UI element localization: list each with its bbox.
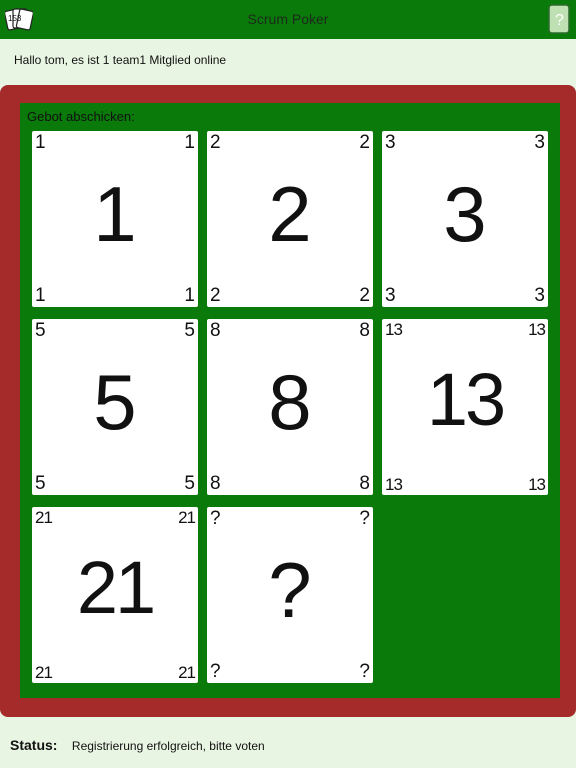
card-corner: 5 — [184, 320, 195, 341]
card-corner: 3 — [534, 285, 545, 306]
card-corner: 8 — [359, 473, 370, 494]
card-corner: 2 — [210, 285, 221, 306]
card-corner: 1 — [184, 285, 195, 306]
online-greeting: Hallo tom, es ist 1 team1 Mitglied onlin… — [14, 53, 227, 67]
card-corner: 21 — [35, 663, 53, 682]
card-corner: ? — [359, 508, 370, 529]
card-corner: 13 — [528, 475, 546, 494]
card-corner: 5 — [184, 473, 195, 494]
card-corner: 5 — [35, 473, 46, 494]
card-5[interactable]: 5 5 5 5 5 — [32, 319, 198, 495]
card-8[interactable]: 8 8 8 8 8 — [207, 319, 373, 495]
card-corner: 3 — [385, 132, 396, 153]
card-corner: 21 — [178, 663, 196, 682]
status-label: Status: — [10, 737, 58, 753]
card-1[interactable]: 1 1 1 1 1 — [32, 131, 198, 307]
card-corner: 21 — [35, 508, 53, 527]
bid-label: Gebot abschicken: — [27, 109, 135, 124]
card-corner: 8 — [359, 320, 370, 341]
svg-text:?: ? — [555, 12, 564, 29]
card-value: ? — [268, 546, 312, 634]
card-3[interactable]: 3 3 3 3 3 — [382, 131, 548, 307]
card-value: 2 — [268, 170, 312, 258]
app-title: Scrum Poker — [247, 11, 329, 27]
card-corner: 2 — [210, 132, 221, 153]
card-corner: 1 — [35, 285, 46, 306]
card-value: 5 — [93, 358, 137, 446]
card-21[interactable]: 21 21 21 21 21 — [32, 507, 198, 683]
card-value: 8 — [268, 358, 312, 446]
card-corner: 2 — [359, 285, 370, 306]
title-bar: 153 Scrum Poker ? — [0, 0, 576, 39]
card-corner: ? — [210, 661, 221, 682]
card-corner: 1 — [184, 132, 195, 153]
card-corner: 8 — [210, 320, 221, 341]
card-corner: ? — [210, 508, 221, 529]
card-corner: 8 — [210, 473, 221, 494]
card-corner: 5 — [35, 320, 46, 341]
card-help-icon[interactable]: ? — [548, 4, 570, 34]
card-corner: 3 — [534, 132, 545, 153]
card-13[interactable]: 13 13 13 13 13 — [382, 319, 548, 495]
card-corner: 21 — [178, 508, 196, 527]
card-2[interactable]: 2 2 2 2 2 — [207, 131, 373, 307]
card-question[interactable]: ? ? ? ? ? — [207, 507, 373, 683]
status-text: Registrierung erfolgreich, bitte voten — [71, 739, 265, 753]
card-corner: 13 — [528, 320, 546, 339]
card-value: 13 — [426, 358, 506, 441]
card-corner: 2 — [359, 132, 370, 153]
card-corner: 3 — [385, 285, 396, 306]
status-row: Status: Registrierung erfolgreich, bitte… — [10, 737, 265, 755]
card-corner: 1 — [35, 132, 46, 153]
card-corner: ? — [359, 661, 370, 682]
card-value: 21 — [76, 546, 156, 629]
card-value: 3 — [443, 170, 487, 258]
card-corner: 13 — [385, 475, 403, 494]
card-value: 1 — [93, 170, 137, 258]
card-corner: 13 — [385, 320, 403, 339]
